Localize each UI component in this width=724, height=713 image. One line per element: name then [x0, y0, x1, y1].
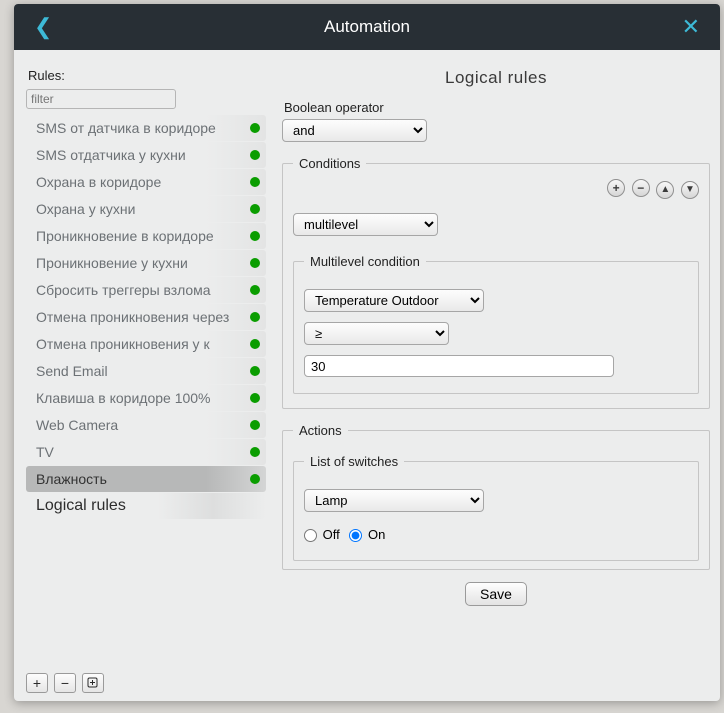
switch-device-select[interactable]: Lamp — [304, 489, 484, 512]
status-dot-icon — [250, 366, 260, 376]
rules-label: Rules: — [28, 68, 266, 83]
switch-on-radio[interactable] — [349, 529, 362, 542]
sidebar-footer: + − — [26, 673, 104, 693]
multilevel-sensor-select[interactable]: Temperature Outdoor — [304, 289, 484, 312]
rule-item[interactable]: Отмена проникновения через — [26, 304, 266, 330]
switch-state-radio-group: Off On — [304, 526, 688, 542]
switch-on-label: On — [368, 527, 385, 542]
rule-item-label: Охрана в коридоре — [36, 174, 161, 190]
rule-item-label: Web Camera — [36, 417, 118, 433]
rule-item[interactable]: Отмена проникновения у к — [26, 331, 266, 357]
duplicate-icon — [87, 677, 99, 689]
status-dot-icon — [250, 123, 260, 133]
boolean-operator-label: Boolean operator — [284, 100, 710, 115]
rule-detail-panel: Logical rules Boolean operator and Condi… — [272, 50, 720, 701]
rule-item[interactable]: Сбросить треггеры взлома — [26, 277, 266, 303]
status-dot-icon — [250, 177, 260, 187]
rule-item-label: Проникновение в коридоре — [36, 228, 214, 244]
rule-item-label: Проникновение у кухни — [36, 255, 188, 271]
rules-sidebar: Rules: SMS от датчика в коридоре SMS отда… — [14, 50, 272, 701]
multilevel-legend: Multilevel condition — [304, 254, 426, 269]
status-dot-icon — [250, 204, 260, 214]
add-rule-button[interactable]: + — [26, 673, 48, 693]
conditions-toolbar: + − ▲ ▼ — [293, 179, 699, 199]
add-condition-button[interactable]: + — [607, 179, 625, 197]
detail-title: Logical rules — [282, 68, 710, 88]
remove-rule-button[interactable]: − — [54, 673, 76, 693]
rule-item[interactable]: Web Camera — [26, 412, 266, 438]
rule-item[interactable]: SMS отдатчика у кухни — [26, 142, 266, 168]
rule-item-label: Клавиша в коридоре 100% — [36, 390, 211, 406]
status-dot-icon — [250, 393, 260, 403]
conditions-legend: Conditions — [293, 156, 366, 171]
status-dot-icon — [250, 150, 260, 160]
rule-item-label: Send Email — [36, 363, 108, 379]
rule-item[interactable]: Проникновение у кухни — [26, 250, 266, 276]
rule-item[interactable]: Клавиша в коридоре 100% — [26, 385, 266, 411]
remove-condition-button[interactable]: − — [632, 179, 650, 197]
titlebar: ❮ Automation ✕ — [14, 4, 720, 50]
rule-item[interactable]: Send Email — [26, 358, 266, 384]
body: Rules: SMS от датчика в коридоре SMS отда… — [14, 50, 720, 701]
switch-off-option[interactable]: Off — [304, 527, 343, 542]
automation-window: ❮ Automation ✕ Rules: SMS от датчика в к… — [14, 4, 720, 701]
status-dot-icon — [250, 474, 260, 484]
rule-item[interactable]: TV — [26, 439, 266, 465]
rule-item-label: SMS отдатчика у кухни — [36, 147, 186, 163]
status-dot-icon — [250, 339, 260, 349]
switch-on-option[interactable]: On — [349, 527, 385, 542]
multilevel-operator-select[interactable]: ≥ — [304, 322, 449, 345]
rule-item[interactable]: Охрана у кухни — [26, 196, 266, 222]
switch-off-radio[interactable] — [304, 529, 317, 542]
close-button[interactable]: ✕ — [676, 10, 706, 44]
actions-fieldset: Actions List of switches Lamp Off — [282, 423, 710, 570]
rule-item[interactable]: Охрана в коридоре — [26, 169, 266, 195]
status-dot-icon — [250, 447, 260, 457]
rules-filter-input[interactable] — [26, 89, 176, 109]
actions-legend: Actions — [293, 423, 348, 438]
rule-item-label: Отмена проникновения у к — [36, 336, 210, 352]
switch-off-label: Off — [323, 527, 340, 542]
rule-item-label: Отмена проникновения через — [36, 309, 229, 325]
status-dot-icon — [250, 312, 260, 322]
move-condition-down-button[interactable]: ▼ — [681, 181, 699, 199]
move-condition-up-button[interactable]: ▲ — [656, 181, 674, 199]
status-dot-icon — [250, 231, 260, 241]
rule-item-label: Влажность — [36, 471, 107, 487]
multilevel-threshold-input[interactable] — [304, 355, 614, 377]
rule-item[interactable]: Влажность — [26, 466, 266, 492]
boolean-operator-select[interactable]: and — [282, 119, 427, 142]
duplicate-rule-button[interactable] — [82, 673, 104, 693]
rule-item[interactable]: SMS от датчика в коридоре — [26, 115, 266, 141]
window-title: Automation — [58, 17, 675, 37]
save-button[interactable]: Save — [465, 582, 527, 606]
rule-item-label: TV — [36, 444, 54, 460]
status-dot-icon — [250, 420, 260, 430]
rule-item-label: Logical rules — [36, 497, 126, 514]
switches-fieldset: List of switches Lamp Off On — [293, 454, 699, 561]
back-button[interactable]: ❮ — [28, 10, 58, 44]
switches-legend: List of switches — [304, 454, 404, 469]
status-dot-icon — [250, 258, 260, 268]
multilevel-condition-fieldset: Multilevel condition Temperature Outdoor… — [293, 254, 699, 394]
rule-item-label: Охрана у кухни — [36, 201, 135, 217]
rule-item-label: SMS от датчика в коридоре — [36, 120, 216, 136]
condition-type-select[interactable]: multilevel — [293, 213, 438, 236]
rule-item[interactable]: Проникновение в коридоре — [26, 223, 266, 249]
conditions-fieldset: Conditions + − ▲ ▼ multilevel Multilevel… — [282, 156, 710, 409]
rules-list: SMS от датчика в коридоре SMS отдатчика у… — [26, 115, 266, 520]
rule-item[interactable]: Logical rules — [26, 493, 266, 519]
status-dot-icon — [250, 285, 260, 295]
rule-item-label: Сбросить треггеры взлома — [36, 282, 211, 298]
